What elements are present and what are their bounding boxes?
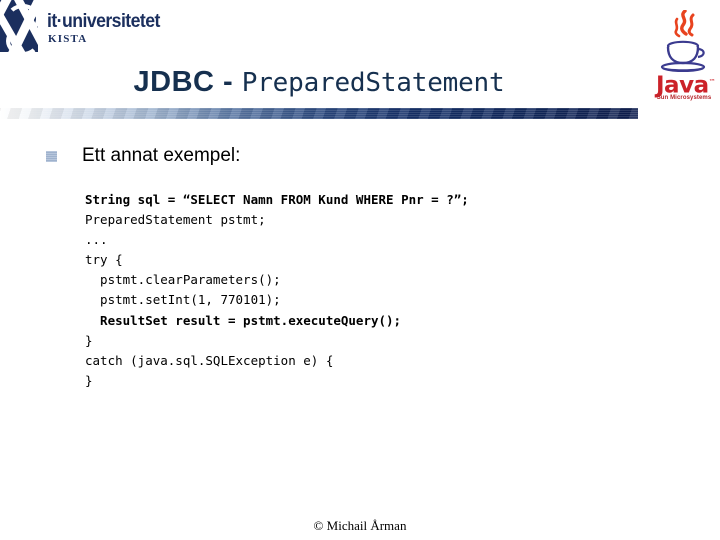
java-steam-icon — [674, 10, 695, 38]
it-university-campus-label: KISTA — [48, 33, 88, 45]
title-divider-band — [0, 108, 638, 119]
code-line: try { — [85, 252, 123, 268]
java-logo: Java™ Sun Microsystems — [655, 10, 716, 105]
code-line: } — [85, 332, 93, 348]
it-university-mark-icon — [0, 0, 38, 52]
page-title: JDBC - PreparedStatement — [0, 64, 638, 105]
bullet-row: Ett annat exempel: — [44, 142, 604, 172]
sun-microsystems-label: Sun Microsystems — [656, 95, 712, 101]
java-trademark-symbol: ™ — [708, 78, 716, 86]
code-line: pstmt.clearParameters(); — [85, 272, 281, 288]
bullet-label: Ett annat exempel: — [82, 145, 241, 166]
code-line: PreparedStatement pstmt; — [85, 212, 266, 228]
square-bullet-icon — [46, 151, 57, 162]
code-line: ResultSet result = pstmt.executeQuery(); — [85, 312, 402, 328]
it-university-logo: it·universitetet KISTA — [0, 0, 180, 54]
page-title-main: JDBC - — [133, 66, 242, 98]
code-line: ... — [85, 232, 108, 248]
footer-copyright: © Michail Årman — [313, 518, 407, 533]
code-line: } — [85, 372, 93, 388]
page-title-mono: PreparedStatement — [241, 68, 505, 98]
code-line: pstmt.setInt(1, 770101); — [85, 292, 281, 308]
code-line: String sql = “SELECT Namn FROM Kund WHER… — [85, 192, 469, 207]
code-block: String sql = “SELECT Namn FROM Kund WHER… — [85, 190, 605, 391]
it-university-wordmark: it·universitetet — [47, 11, 160, 32]
java-cup-icon — [660, 40, 706, 72]
slide-canvas: it·universitetet KISTA Java™ Sun Microsy… — [0, 0, 720, 540]
code-line: catch (java.sql.SQLException e) { — [85, 352, 334, 368]
